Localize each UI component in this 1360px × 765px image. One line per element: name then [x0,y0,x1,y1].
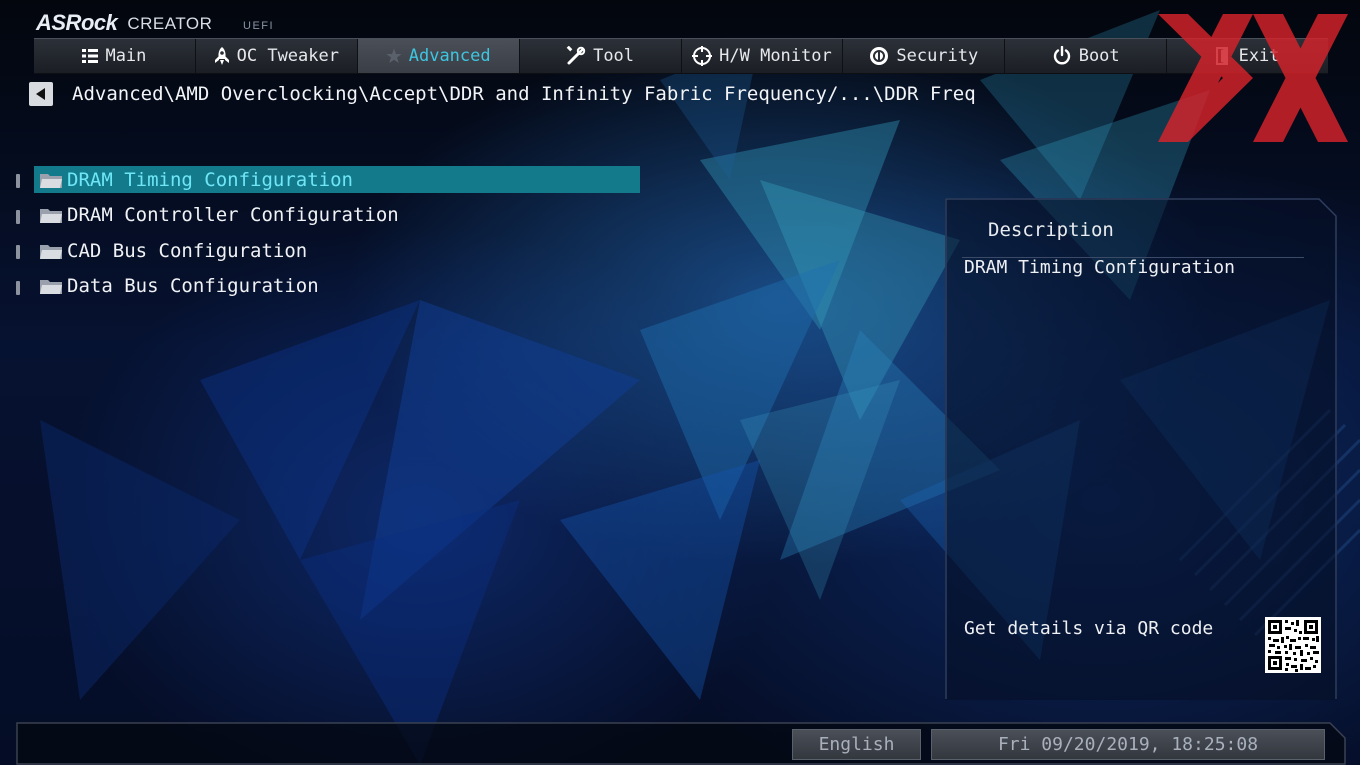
crosshair-icon [692,46,713,66]
tab-boot-label: Boot [1078,46,1120,66]
menu-item-label: DRAM Timing Configuration [67,168,353,191]
tab-security[interactable]: Security [843,39,1006,73]
menu-item-label: Data Bus Configuration [67,275,319,297]
menu-row[interactable]: DRAM Controller Configuration [34,202,640,229]
scroll-marker [16,245,20,259]
tools-icon [566,46,586,65]
menu-item-dram-controller[interactable]: DRAM Controller Configuration [14,202,640,229]
tab-tool[interactable]: Tool [520,39,682,73]
tab-advanced[interactable]: Advanced [357,39,520,73]
logo-uefi: UEFI [243,20,275,32]
tab-oc-tweaker[interactable]: OC Tweaker [196,39,358,73]
menu-row[interactable]: DRAM Timing Configuration [34,166,640,193]
menu-row[interactable]: Data Bus Configuration [34,273,640,300]
description-title: Description [988,219,1114,241]
scroll-marker [16,174,20,188]
scroll-marker [16,280,20,295]
menu-item-label: DRAM Controller Configuration [67,204,399,226]
tab-main[interactable]: Main [34,39,196,73]
list-icon [82,49,99,63]
menu-item-dram-timing[interactable]: DRAM Timing Configuration [14,166,640,193]
tab-hw-monitor[interactable]: H/W Monitor [682,39,844,73]
menu-item-data-bus[interactable]: Data Bus Configuration [14,273,640,300]
datetime-display: Fri 09/20/2019, 18:25:08 [931,729,1325,760]
logo-brand: ASRock [36,10,118,35]
scroll-marker [16,209,20,224]
folder-icon [40,244,62,259]
exit-door-icon [1215,47,1228,65]
tab-main-label: Main [105,46,147,66]
tab-hw-monitor-label: H/W Monitor [719,46,832,66]
tab-oc-tweaker-label: OC Tweaker [236,46,339,66]
breadcrumb: Advanced\AMD Overclocking\Accept\DDR and… [72,83,976,105]
power-icon [1053,46,1070,65]
asrock-logo: ASRock CREATOR [36,6,212,36]
folder-icon [40,280,62,294]
back-arrow-icon [36,88,45,100]
rocket-icon [214,47,229,65]
tab-boot[interactable]: Boot [1005,39,1168,73]
tab-tool-label: Tool [593,46,635,66]
logo-product: CREATOR [127,14,213,33]
bios-screen: ASRock CREATOR UEFI Main OC Tweaker Adva… [0,0,1360,765]
tab-advanced-label: Advanced [408,46,491,66]
tab-exit-label: Exit [1238,46,1280,66]
folder-icon [40,173,62,188]
tab-exit[interactable]: Exit [1167,39,1328,73]
top-nav: Main OC Tweaker Advanced Tool H/W Monito… [34,38,1328,74]
language-button[interactable]: English [792,729,921,760]
back-button[interactable] [29,82,53,106]
menu-item-cad-bus[interactable]: CAD Bus Configuration [14,237,640,264]
menu-row[interactable]: CAD Bus Configuration [34,237,640,264]
description-text: DRAM Timing Configuration [964,257,1235,278]
folder-icon [40,209,62,223]
shield-icon [870,47,889,65]
settings-menu: DRAM Timing Configuration DRAM Controlle… [14,166,640,308]
qr-code-icon [1265,617,1321,673]
tab-security-label: Security [896,46,979,66]
menu-item-label: CAD Bus Configuration [67,239,308,262]
qr-label: Get details via QR code [964,618,1214,639]
star-icon [386,48,402,63]
